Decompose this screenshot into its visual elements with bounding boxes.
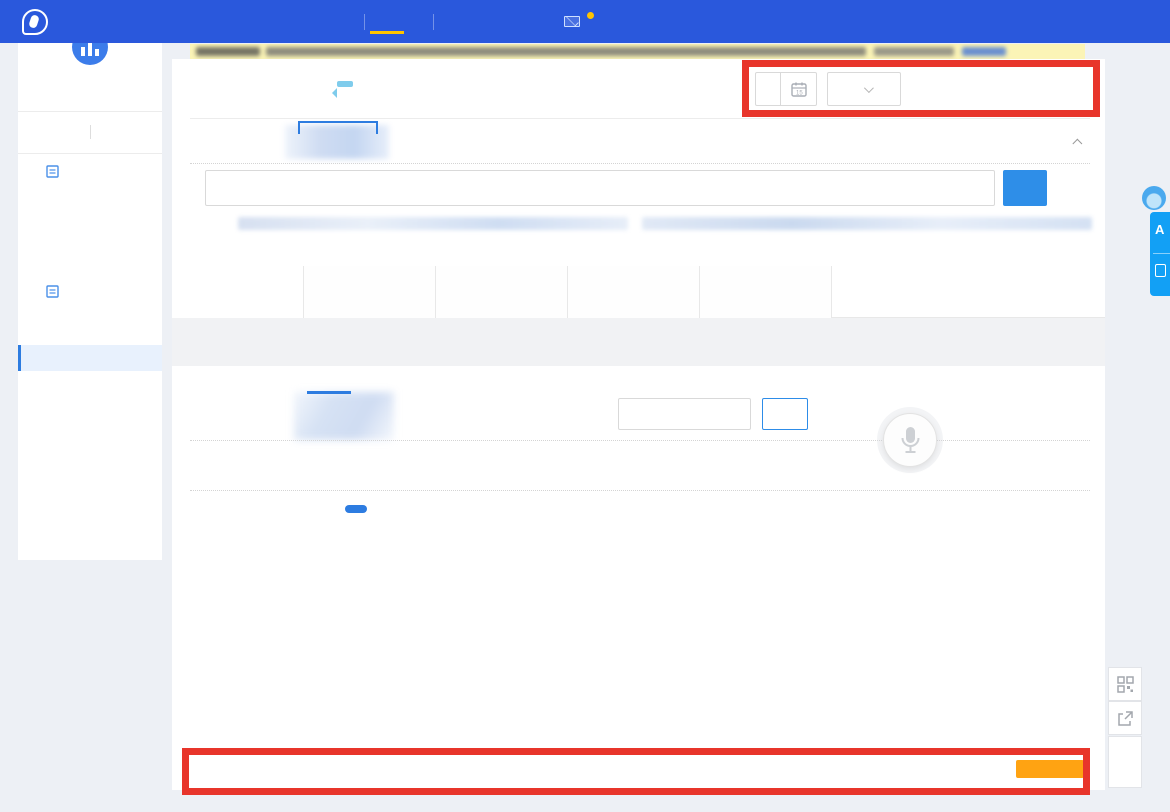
trend-line-chart[interactable] [172, 540, 1105, 764]
terminal-dropdown[interactable] [827, 72, 901, 106]
redacted-banner-text [874, 47, 954, 56]
keyword-search-input[interactable] [205, 170, 995, 206]
tab-hot-words[interactable] [700, 266, 832, 318]
dotted-divider [190, 440, 1090, 441]
microphone-icon [900, 426, 922, 456]
redacted-recommend-words[interactable] [642, 217, 1092, 230]
tab-modifier-words[interactable] [568, 266, 700, 318]
dotted-divider [190, 163, 1090, 164]
share-button[interactable] [1108, 701, 1142, 735]
assistant-dock-glyph: A [1155, 222, 1164, 237]
assistant-mascot-avatar[interactable] [1142, 186, 1166, 210]
message-badge-dot [587, 12, 594, 19]
redacted-banner-link[interactable] [962, 47, 1006, 56]
calendar-icon[interactable]: 15 [780, 72, 816, 106]
compare-keyword-input[interactable] [618, 398, 751, 430]
version-switcher [18, 125, 162, 139]
divider [1153, 253, 1170, 254]
messages-entry[interactable] [564, 16, 586, 27]
document-icon [46, 165, 59, 178]
nav-separator [364, 14, 365, 30]
voice-assistant-button[interactable] [883, 413, 937, 467]
x-axis-labels [172, 762, 1105, 778]
compare-search-button[interactable] [762, 398, 808, 430]
envelope-icon [564, 16, 580, 27]
sidebar-group-keyword-analysis [46, 285, 66, 298]
date-range-picker[interactable]: 15 [755, 72, 817, 106]
main-panel: 15 [172, 59, 1105, 790]
svg-text:15: 15 [796, 91, 803, 97]
document-icon [46, 285, 59, 298]
share-export-icon [1117, 710, 1134, 727]
chevron-down-icon [863, 83, 873, 93]
sidebar [18, 43, 162, 560]
keyword-search-button[interactable] [1003, 170, 1047, 206]
sidebar-group-industry-insight [46, 165, 66, 178]
redacted-banner-prefix [196, 47, 260, 56]
section-band [172, 318, 1105, 366]
divider [18, 111, 162, 112]
divider [90, 125, 91, 139]
feedback-button[interactable] [1108, 736, 1142, 788]
current-keyword-selected-frame [298, 121, 378, 134]
remaining-metrics-hint [1011, 458, 1015, 473]
qr-code-button[interactable] [1108, 667, 1142, 701]
top-nav [0, 0, 1170, 43]
sycm-market-page: 15 [0, 0, 1170, 812]
trend-current-keyword-underline [307, 391, 351, 394]
redacted-trend-current-keyword [294, 392, 394, 440]
series-color-marker[interactable] [345, 505, 367, 513]
tab-keyword-detail-active[interactable] [172, 266, 304, 318]
qr-code-icon [1117, 676, 1134, 693]
assistant-dock[interactable]: A [1150, 212, 1170, 296]
last-date-highlight [1016, 760, 1084, 778]
cumulative-badge [337, 81, 353, 87]
nav-separator [433, 14, 434, 30]
chevron-up-icon [1072, 139, 1082, 149]
detail-tabs [172, 266, 1105, 318]
divider [190, 118, 1090, 119]
dotted-divider [190, 490, 1090, 491]
divider [18, 153, 162, 154]
date-controls: 15 [755, 72, 901, 106]
collapse-toggle[interactable] [1071, 133, 1083, 148]
tab-related-keywords[interactable] [304, 266, 436, 318]
tab-brand-words[interactable] [436, 266, 568, 318]
redacted-recommend-words[interactable] [238, 217, 628, 230]
assistant-dock-panel-icon [1155, 264, 1166, 277]
sidebar-item-keyword-query-active[interactable] [18, 345, 162, 371]
redacted-banner-text [266, 47, 866, 56]
sycm-logo-icon[interactable] [22, 9, 48, 35]
notice-banner[interactable] [190, 44, 1085, 59]
